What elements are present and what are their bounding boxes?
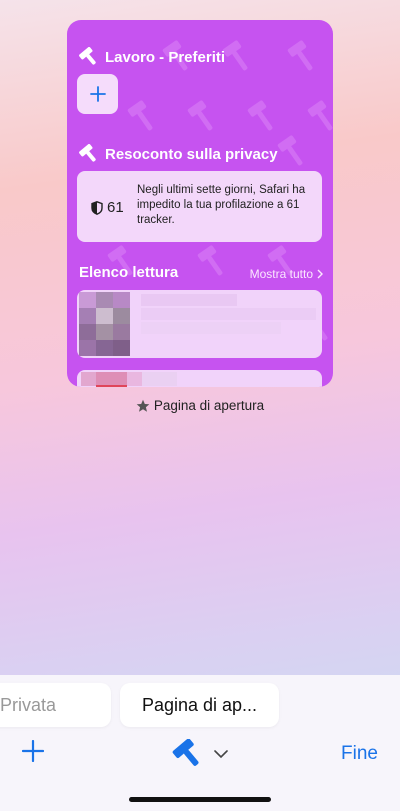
reading-list-item[interactable]	[77, 370, 322, 387]
reading-list-item[interactable]	[77, 290, 322, 358]
caption-label: Pagina di apertura	[153, 398, 265, 413]
tab-caption: Pagina di apertura	[0, 398, 400, 413]
tracker-count-value: 61	[107, 199, 124, 216]
privacy-report-box[interactable]: 61 Negli ultimi sette giorni, Safari ha …	[77, 171, 322, 242]
privacy-title: Resoconto sulla privacy	[105, 145, 278, 163]
tab-group-start-page[interactable]: Pagina di ap...	[120, 683, 279, 727]
reading-list-title: Elenco lettura	[79, 264, 179, 281]
show-all-label: Mostra tutto	[249, 267, 313, 281]
tab-group-picker[interactable]	[172, 739, 228, 769]
add-favorite-button[interactable]	[77, 74, 118, 114]
shield-icon	[91, 200, 103, 215]
done-button[interactable]: Fine	[341, 743, 378, 765]
privacy-report-text: Negli ultimi sette giorni, Safari ha imp…	[137, 184, 306, 226]
hammer-icon	[172, 739, 199, 766]
tab-group-private[interactable]: Privata	[0, 683, 111, 727]
plus-icon	[89, 86, 106, 102]
show-all-link[interactable]: Mostra tutto	[250, 267, 323, 281]
new-tab-button[interactable]	[21, 739, 45, 767]
tab-bar: Privata Pagina di ap... Fine	[0, 675, 400, 811]
privacy-section-title: Resoconto sulla privacy	[79, 144, 278, 164]
plus-icon	[21, 739, 45, 763]
start-page-card[interactable]: Lavoro - Preferiti Resoconto sulla priva…	[67, 20, 333, 387]
star-icon	[136, 399, 150, 412]
home-indicator[interactable]	[129, 797, 271, 802]
hammer-icon	[79, 144, 96, 162]
hammer-icon	[79, 47, 96, 65]
chevron-right-icon	[317, 269, 323, 279]
tracker-count: 61	[91, 199, 124, 216]
chevron-down-icon	[214, 749, 228, 758]
tab-group-start-page-label: Pagina di ap...	[141, 694, 258, 715]
favorites-title: Lavoro - Preferiti	[105, 48, 226, 66]
tab-group-private-label: Privata	[0, 694, 57, 715]
favorites-section-title: Lavoro - Preferiti	[79, 47, 225, 67]
